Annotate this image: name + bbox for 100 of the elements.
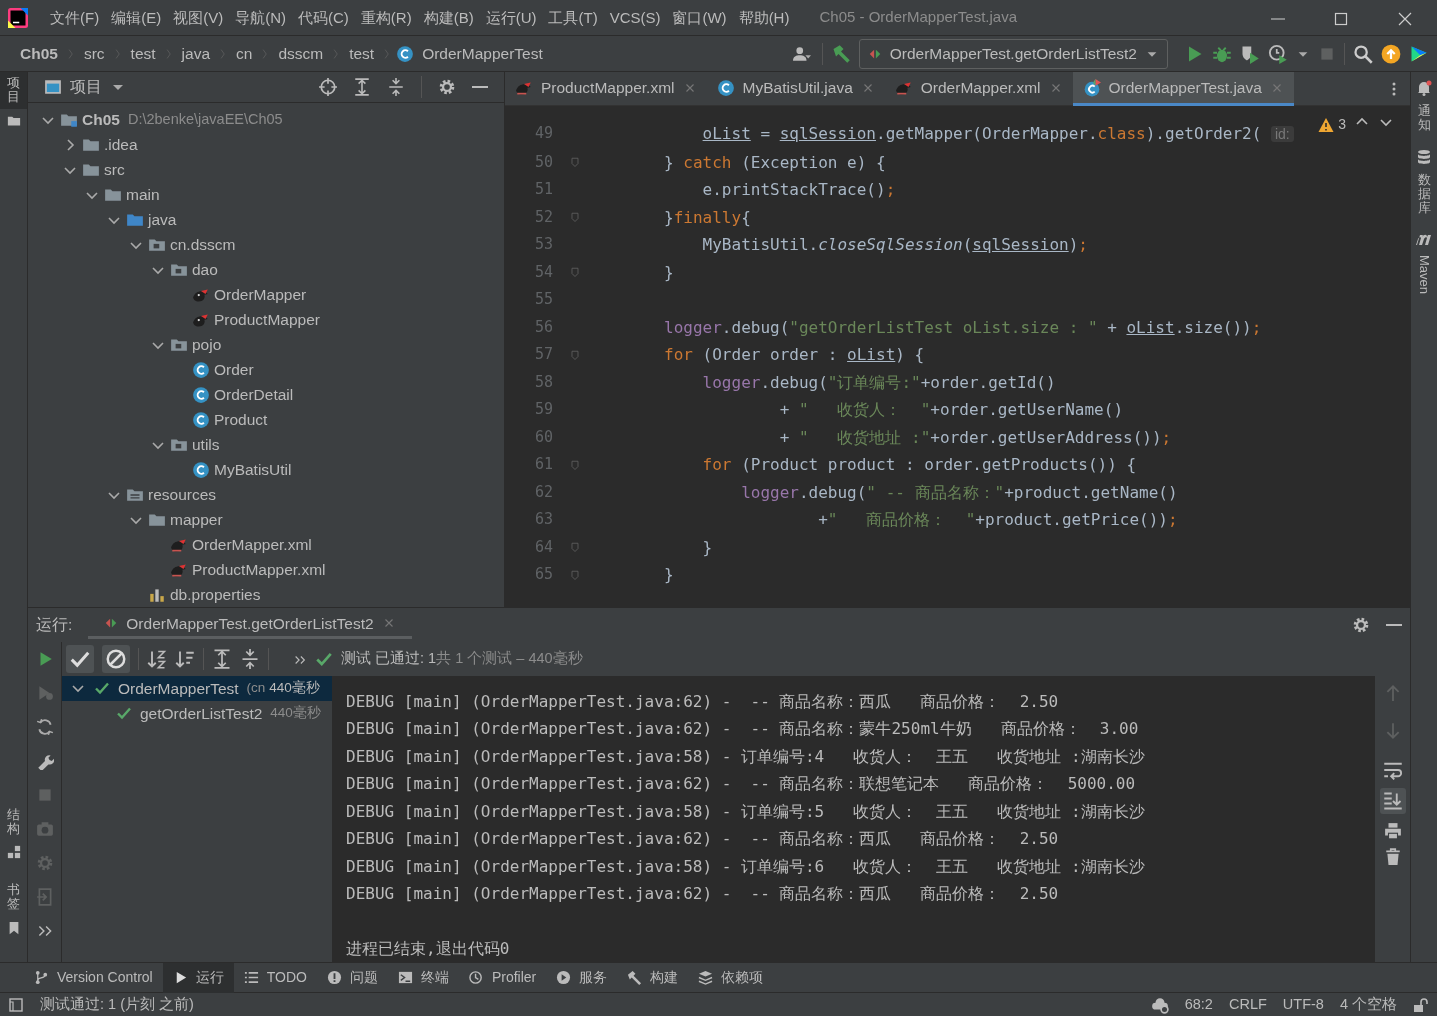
settings-icon[interactable] <box>438 78 456 96</box>
menu-item[interactable]: 工具(T) <box>542 6 604 29</box>
panel-title[interactable]: 项目 <box>70 75 102 99</box>
expand-all-icon[interactable] <box>212 648 232 669</box>
toggle-rerun-icon[interactable] <box>35 717 54 736</box>
fold-marker-icon[interactable] <box>569 348 581 361</box>
breadcrumb-link[interactable]: src <box>79 41 109 66</box>
code-line: +" 商品价格： "+product.getPrice()); <box>817 509 1178 531</box>
warning-counter[interactable]: 3 <box>1318 114 1346 135</box>
show-passed-button[interactable] <box>66 644 94 673</box>
line-separator[interactable]: CRLF <box>1228 993 1267 1016</box>
trash-icon[interactable] <box>1383 847 1402 866</box>
tool-window-tab[interactable]: 书签 <box>0 878 27 916</box>
tool-window-tab[interactable]: 通知 <box>1417 104 1431 133</box>
menu-item[interactable]: 视图(V) <box>167 6 230 29</box>
tree-item-label[interactable]: main <box>126 182 160 207</box>
fold-marker-icon[interactable] <box>569 156 581 169</box>
tree-item-label[interactable]: OrderDetail <box>214 382 294 407</box>
tree-item-label[interactable]: MyBatisUtil <box>214 457 292 482</box>
breadcrumb-link[interactable]: test <box>126 41 160 66</box>
show-ignored-button[interactable] <box>102 644 130 673</box>
tool-window-tab[interactable]: 依赖项 <box>688 962 774 993</box>
collapse-all-icon[interactable] <box>240 648 260 669</box>
tree-item-label[interactable]: dao <box>192 257 218 282</box>
tool-window-tab[interactable]: TODO <box>233 962 317 993</box>
tree-item-label[interactable]: mapper <box>170 507 223 532</box>
fold-marker-icon[interactable] <box>569 541 581 554</box>
menu-item[interactable]: 重构(R) <box>354 6 418 29</box>
tree-item-label[interactable]: utils <box>192 432 220 457</box>
tool-window-tab[interactable]: Profiler <box>458 962 547 993</box>
breadcrumb-link[interactable]: OrderMapperTest <box>418 41 547 66</box>
editor-tab[interactable]: OrderMapperTest.java <box>1072 72 1294 106</box>
collapse-all-icon[interactable] <box>387 78 405 96</box>
tree-item-label[interactable]: src <box>104 157 125 182</box>
panel-toggle-icon[interactable] <box>8 996 24 1013</box>
menu-item[interactable]: VCS(S) <box>603 6 667 29</box>
tool-window-tab[interactable]: 构建 <box>617 962 689 993</box>
menu-item[interactable]: 文件(F) <box>44 6 106 29</box>
cloud-gear-icon[interactable] <box>1150 995 1169 1014</box>
menu-item[interactable]: 运行(U) <box>479 6 543 29</box>
editor-tab[interactable]: ProductMapper.xml <box>505 72 707 106</box>
tool-window-tab[interactable]: 项目 <box>0 72 27 109</box>
menu-item[interactable]: 帮助(H) <box>732 6 796 29</box>
indent-setting[interactable]: 4 个空格 <box>1339 993 1397 1016</box>
run-tab[interactable]: OrderMapperTest.getOrderListTest2 <box>88 610 412 640</box>
tool-window-tab[interactable]: Version Control <box>24 962 163 993</box>
breadcrumb-link[interactable]: cn <box>232 41 257 66</box>
menu-item[interactable]: 导航(N) <box>229 6 292 29</box>
tool-window-tab[interactable]: 服务 <box>546 962 618 993</box>
tree-item-label[interactable]: Ch05 <box>82 107 120 132</box>
menu-item[interactable]: 构建(B) <box>417 6 480 29</box>
menu-item[interactable]: 编辑(E) <box>105 6 168 29</box>
fold-marker-icon[interactable] <box>569 266 581 279</box>
editor-tab[interactable]: MyBatisUtil.java <box>706 72 885 106</box>
tool-window-tab[interactable]: 结构 <box>0 803 27 841</box>
tree-item-label[interactable]: cn.dsscm <box>170 232 236 257</box>
menu-item[interactable]: 代码(C) <box>292 6 355 29</box>
tool-window-tab[interactable]: 数据库 <box>1417 172 1431 216</box>
test-tree-row[interactable]: getOrderListTest2 440毫秒 <box>62 700 332 726</box>
unlock-icon[interactable] <box>1413 996 1429 1013</box>
expand-all-icon[interactable] <box>353 78 371 96</box>
profile-icon[interactable] <box>1268 43 1288 64</box>
cursor-position[interactable]: 68:2 <box>1184 993 1213 1016</box>
tool-window-tab[interactable]: Maven <box>1414 255 1434 295</box>
console-line: DEBUG [main] (OrderMapperTest.java:62) - -- 商品名称：西瓜 商品价格： 2.50 <box>346 828 1060 851</box>
tree-item-label[interactable]: java <box>148 207 177 232</box>
menu-item[interactable]: 窗口(W) <box>666 6 733 29</box>
tree-item-label[interactable]: OrderMapper.xml <box>192 532 312 557</box>
tree-item-label[interactable]: pojo <box>192 332 222 357</box>
tree-item-label[interactable]: .idea <box>104 132 138 157</box>
tree-item-label[interactable]: ProductMapper <box>214 307 320 332</box>
encoding[interactable]: UTF-8 <box>1282 993 1324 1016</box>
fold-marker-icon[interactable] <box>569 211 581 224</box>
print-icon[interactable] <box>1383 821 1402 840</box>
update-icon[interactable] <box>1381 43 1401 64</box>
close-icon <box>1397 10 1413 27</box>
breadcrumb-link[interactable]: dsscm <box>274 41 328 66</box>
settings-icon[interactable] <box>1352 615 1370 634</box>
search-icon[interactable] <box>1353 43 1373 64</box>
tree-item-label[interactable]: Order <box>214 357 254 382</box>
tree-item-label[interactable]: db.properties <box>170 582 261 607</box>
fold-marker-icon[interactable] <box>569 568 581 581</box>
tree-item-label[interactable]: ProductMapper.xml <box>192 557 326 582</box>
tool-window-tab[interactable]: 终端 <box>387 962 459 993</box>
test-tree-row[interactable]: OrderMapperTest (cn 440毫秒 <box>62 675 332 701</box>
minimize-icon[interactable] <box>1386 623 1402 626</box>
fold-marker-icon[interactable] <box>569 458 581 471</box>
run-configuration-dropdown[interactable]: OrderMapperTest.getOrderListTest2 <box>858 38 1168 69</box>
tree-item-label[interactable]: OrderMapper <box>214 282 307 307</box>
tree-item-label[interactable]: Product <box>214 407 268 432</box>
tree-item-label[interactable]: resources <box>148 482 217 507</box>
breadcrumb-link[interactable]: Ch05 <box>16 41 62 66</box>
tool-window-tab[interactable]: 问题 <box>316 962 388 993</box>
breadcrumb-link[interactable]: test <box>345 41 379 66</box>
editor-tab[interactable]: OrderMapper.xml <box>884 72 1073 106</box>
tool-window-tab[interactable]: 运行 <box>162 962 234 993</box>
locate-icon[interactable] <box>319 78 337 96</box>
scroll-to-end-button[interactable] <box>1379 787 1406 814</box>
sort-alphabetically-icon[interactable] <box>147 648 167 669</box>
breadcrumb-link[interactable]: java <box>177 41 214 66</box>
